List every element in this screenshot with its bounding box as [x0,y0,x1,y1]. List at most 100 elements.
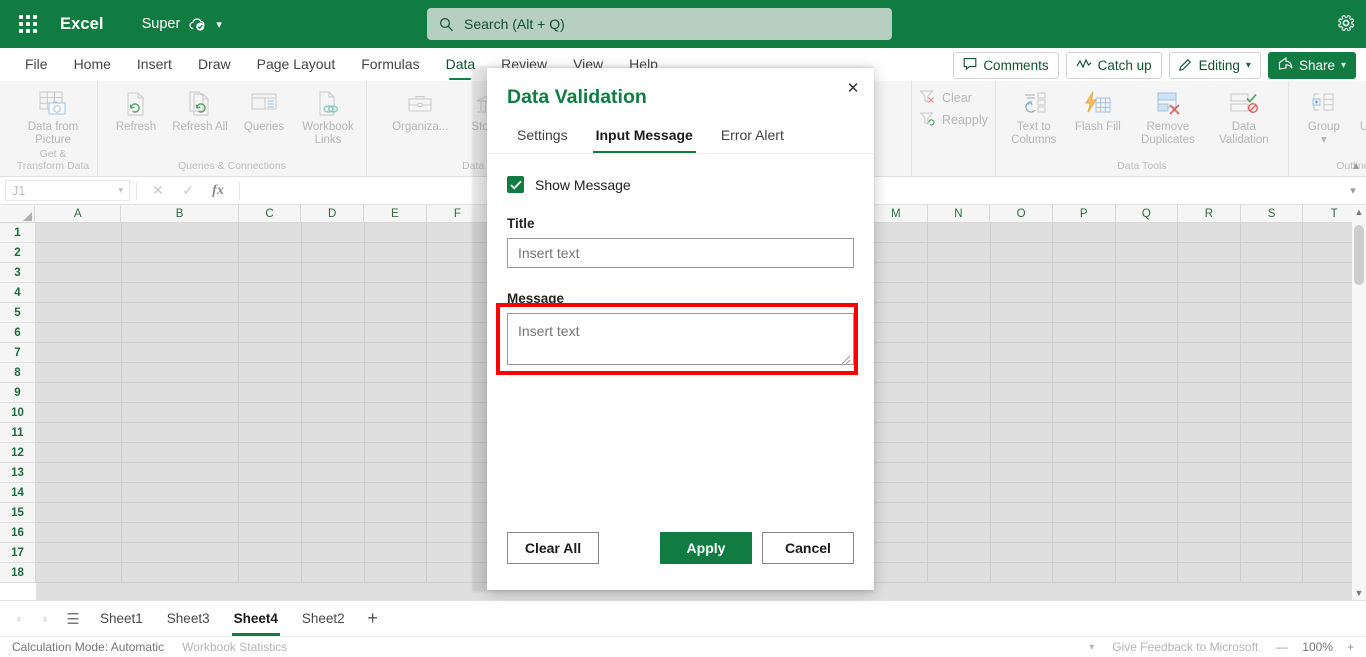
grid-cell[interactable] [990,343,1054,363]
grid-cell[interactable] [239,223,302,243]
grid-cell[interactable] [1240,443,1304,463]
grid-cell[interactable] [1115,343,1179,363]
sheet-tab-sheet2[interactable]: Sheet2 [290,602,357,636]
dialog-tab-settings[interactable]: Settings [503,123,582,153]
grid-cell[interactable] [122,383,240,403]
grid-cell[interactable] [239,403,302,423]
grid-cell[interactable] [927,383,991,403]
grid-cell[interactable] [1240,483,1304,503]
grid-cell[interactable] [1053,343,1116,363]
zoom-out-button[interactable]: — [1276,640,1288,654]
grid-cell[interactable] [990,563,1054,583]
grid-cell[interactable] [122,263,240,283]
row-header-15[interactable]: 15 [0,503,36,523]
grid-cell[interactable] [36,563,123,583]
calculation-mode-status[interactable]: Calculation Mode: Automatic [12,640,164,654]
grid-cell[interactable] [364,483,428,503]
expand-formula-bar-chevron-down-icon[interactable]: ▾ [1340,184,1366,197]
grid-cell[interactable] [1115,543,1179,563]
grid-cell[interactable] [36,283,123,303]
grid-cell[interactable] [239,343,302,363]
grid-cell[interactable] [1115,423,1179,443]
grid-cell[interactable] [927,443,991,463]
grid-cell[interactable] [364,243,428,263]
chevron-right-icon[interactable]: › [32,611,58,626]
grid-cell[interactable] [301,283,365,303]
grid-cell[interactable] [927,363,991,383]
row-header-3[interactable]: 3 [0,263,36,283]
grid-cell[interactable] [1178,243,1241,263]
row-header-9[interactable]: 9 [0,383,36,403]
zoom-level[interactable]: 100% [1302,640,1333,654]
row-header-17[interactable]: 17 [0,543,36,563]
share-button[interactable]: Share ▾ [1267,52,1356,79]
grid-cell[interactable] [301,343,365,363]
row-header-13[interactable]: 13 [0,463,36,483]
cancel-button[interactable]: Cancel [762,532,854,564]
dialog-tab-input-message[interactable]: Input Message [582,123,707,153]
grid-cell[interactable] [1240,403,1304,423]
ribbon-button-ungroup[interactable]: Ungroup ▾ [1354,87,1366,147]
grid-cell[interactable] [36,523,123,543]
grid-cell[interactable] [1053,443,1116,463]
row-header-12[interactable]: 12 [0,443,36,463]
grid-cell[interactable] [865,503,928,523]
grid-cell[interactable] [239,323,302,343]
grid-cell[interactable] [990,403,1054,423]
grid-cell[interactable] [1115,243,1179,263]
column-header-d[interactable]: D [301,205,364,223]
row-header-4[interactable]: 4 [0,283,36,303]
column-header-b[interactable]: B [121,205,239,223]
grid-cell[interactable] [1240,523,1304,543]
grid-cell[interactable] [1240,543,1304,563]
cancel-icon[interactable]: ✕ [143,182,173,199]
grid-cell[interactable] [1240,383,1304,403]
grid-cell[interactable] [301,403,365,423]
grid-cell[interactable] [364,523,428,543]
grid-cell[interactable] [364,443,428,463]
dialog-tab-error-alert[interactable]: Error Alert [707,123,798,153]
row-header-14[interactable]: 14 [0,483,36,503]
grid-cell[interactable] [865,563,928,583]
grid-cell[interactable] [1053,563,1116,583]
grid-cell[interactable] [364,423,428,443]
grid-cell[interactable] [1240,223,1304,243]
grid-cell[interactable] [1178,543,1241,563]
grid-cell[interactable] [36,403,123,423]
grid-cell[interactable] [364,323,428,343]
grid-cell[interactable] [865,523,928,543]
grid-cell[interactable] [239,423,302,443]
all-sheets-icon[interactable]: ☰ [58,610,88,628]
grid-cell[interactable] [927,543,991,563]
grid-cell[interactable] [990,443,1054,463]
grid-cell[interactable] [990,483,1054,503]
grid-cell[interactable] [1053,483,1116,503]
ribbon-button-refresh-all[interactable]: Refresh All [169,87,231,134]
ribbon-button-data-from-picture[interactable]: Data from Picture [16,87,90,147]
ribbon-tab-page-layout[interactable]: Page Layout [244,48,349,81]
grid-cell[interactable] [1053,263,1116,283]
grid-cell[interactable] [36,543,123,563]
grid-cell[interactable] [1178,483,1241,503]
show-message-label[interactable]: Show Message [535,177,631,193]
grid-cell[interactable] [927,223,991,243]
ribbon-button-reapply[interactable]: Reapply [919,111,988,129]
grid-cell[interactable] [927,303,991,323]
ribbon-tab-draw[interactable]: Draw [185,48,244,81]
grid-cell[interactable] [1053,503,1116,523]
row-header-10[interactable]: 10 [0,403,36,423]
grid-cell[interactable] [1178,323,1241,343]
grid-cell[interactable] [927,283,991,303]
grid-cell[interactable] [865,443,928,463]
grid-cell[interactable] [239,543,302,563]
grid-cell[interactable] [301,483,365,503]
column-header-c[interactable]: C [238,205,302,223]
grid-cell[interactable] [239,263,302,283]
sheet-tab-sheet3[interactable]: Sheet3 [155,602,222,636]
grid-cell[interactable] [1115,223,1179,243]
grid-cell[interactable] [865,463,928,483]
grid-cell[interactable] [990,503,1054,523]
add-sheet-button[interactable]: + [357,608,389,629]
grid-cell[interactable] [364,283,428,303]
grid-cell[interactable] [36,363,123,383]
